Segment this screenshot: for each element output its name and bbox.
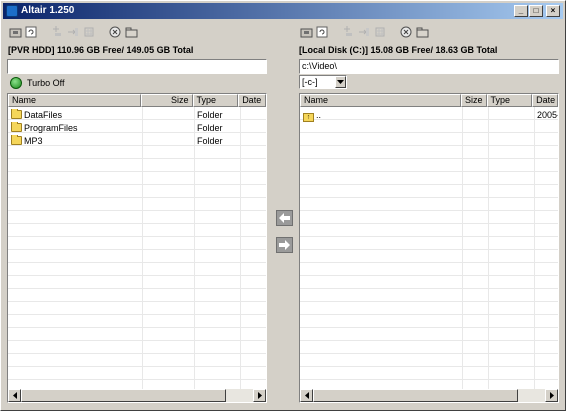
right-toolbar xyxy=(299,23,431,41)
column-type[interactable]: Type xyxy=(486,94,533,107)
drive-icon[interactable] xyxy=(8,25,22,39)
folder-icon xyxy=(11,109,22,119)
arrow-left-icon xyxy=(279,213,290,223)
minimize-button[interactable]: _ xyxy=(514,5,528,17)
column-date[interactable]: Date xyxy=(532,94,558,107)
column-name[interactable]: Name xyxy=(8,94,141,107)
arrow-right-icon xyxy=(279,240,290,250)
drive-icon[interactable] xyxy=(299,25,313,39)
window-controls: _ □ × xyxy=(514,5,560,17)
left-list-rows xyxy=(8,107,266,389)
app-icon xyxy=(6,5,18,17)
file-type: Folder xyxy=(197,123,223,133)
scroll-right-icon[interactable] xyxy=(545,389,558,402)
left-drive-header: [PVR HDD] 110.96 GB Free/ 149.05 GB Tota… xyxy=(8,45,194,55)
open-folder-icon[interactable] xyxy=(415,25,429,39)
maximize-button[interactable]: □ xyxy=(529,5,543,17)
list-item[interactable]: ProgramFiles Folder xyxy=(8,122,266,135)
right-horizontal-scrollbar[interactable] xyxy=(300,389,558,402)
new-folder-icon[interactable] xyxy=(50,25,64,39)
file-date: 2005- xyxy=(537,110,559,120)
parent-folder-icon: ↑ xyxy=(303,113,314,122)
column-size[interactable]: Size xyxy=(460,94,487,107)
refresh-icon[interactable] xyxy=(24,25,38,39)
file-type: Folder xyxy=(197,136,223,146)
file-name: DataFiles xyxy=(24,110,63,120)
chevron-down-icon[interactable] xyxy=(335,76,346,88)
scroll-thumb[interactable] xyxy=(21,389,226,402)
scroll-thumb[interactable] xyxy=(313,389,518,402)
scroll-left-icon[interactable] xyxy=(8,389,21,402)
right-drive-header: [Local Disk (C:)] 15.08 GB Free/ 18.63 G… xyxy=(299,45,498,55)
app-window: Altair 1.250 _ □ × [PVR HDD] 110.96 GB F… xyxy=(0,0,566,411)
window-title: Altair 1.250 xyxy=(21,5,75,16)
column-type[interactable]: Type xyxy=(192,94,239,107)
left-toolbar xyxy=(8,23,140,41)
folder-icon xyxy=(11,122,22,132)
list-item[interactable]: MP3 Folder xyxy=(8,135,266,148)
drive-select[interactable]: [-c-] xyxy=(299,75,347,89)
select-all-icon[interactable] xyxy=(82,25,96,39)
file-name: .. xyxy=(316,110,322,120)
right-path-input[interactable]: c:\Video\ xyxy=(299,59,559,74)
scroll-left-icon[interactable] xyxy=(300,389,313,402)
rename-icon[interactable] xyxy=(357,25,371,39)
new-folder-icon[interactable] xyxy=(341,25,355,39)
list-item[interactable]: ↑.. 2005- xyxy=(300,109,558,122)
copy-to-left-button[interactable] xyxy=(276,210,293,226)
list-item[interactable]: DataFiles Folder xyxy=(8,109,266,122)
turbo-toggle[interactable]: Turbo Off xyxy=(10,76,65,90)
delete-icon[interactable] xyxy=(108,25,122,39)
left-list-header: Name Size Type Date xyxy=(8,94,266,107)
select-all-icon[interactable] xyxy=(373,25,387,39)
folder-icon xyxy=(11,135,22,145)
column-name[interactable]: Name xyxy=(300,94,461,107)
scroll-right-icon[interactable] xyxy=(253,389,266,402)
left-file-list[interactable]: Name Size Type Date DataFiles Folder Pro… xyxy=(7,93,267,403)
rename-icon[interactable] xyxy=(66,25,80,39)
left-path-input[interactable] xyxy=(7,59,267,74)
column-date[interactable]: Date xyxy=(238,94,266,107)
file-name: MP3 xyxy=(24,136,43,146)
turbo-label: Turbo Off xyxy=(27,78,65,88)
column-size[interactable]: Size xyxy=(140,94,193,107)
refresh-icon[interactable] xyxy=(315,25,329,39)
file-type: Folder xyxy=(197,110,223,120)
right-file-list[interactable]: Name Size Type Date ↑.. 2005- xyxy=(299,93,559,403)
file-name: ProgramFiles xyxy=(24,123,78,133)
close-button[interactable]: × xyxy=(546,5,560,17)
title-bar[interactable]: Altair 1.250 _ □ × xyxy=(3,3,563,19)
left-horizontal-scrollbar[interactable] xyxy=(8,389,266,402)
open-folder-icon[interactable] xyxy=(124,25,138,39)
drive-select-value: [-c-] xyxy=(302,77,318,87)
right-list-rows xyxy=(300,107,558,389)
turbo-status-icon xyxy=(10,77,22,89)
delete-icon[interactable] xyxy=(399,25,413,39)
copy-to-right-button[interactable] xyxy=(276,237,293,253)
right-list-header: Name Size Type Date xyxy=(300,94,558,107)
